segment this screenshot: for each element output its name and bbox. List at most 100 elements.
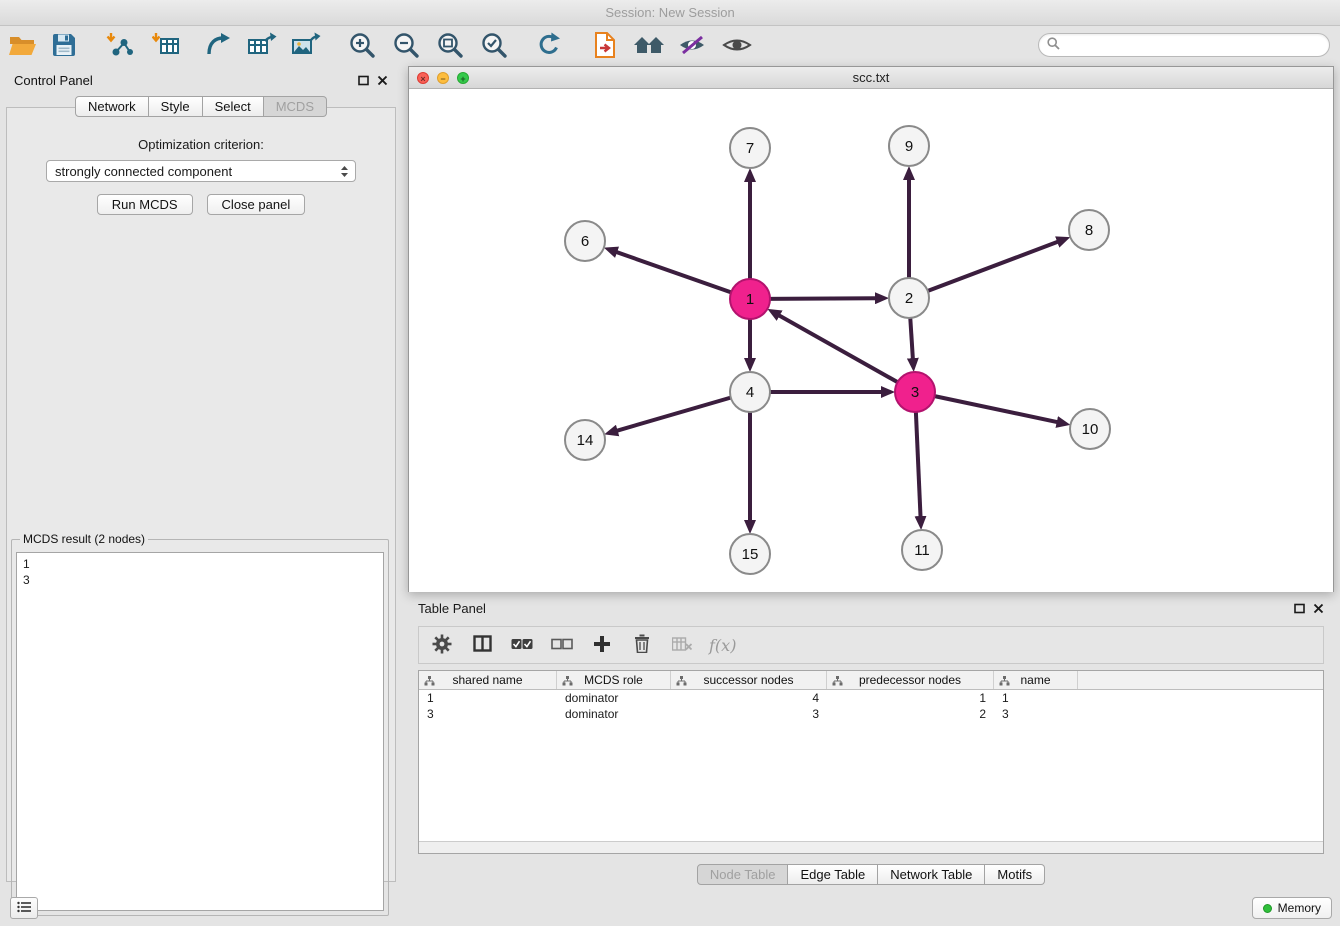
column-header-successor-nodes[interactable]: successor nodes bbox=[671, 671, 827, 689]
unselect-all-columns-button[interactable] bbox=[549, 632, 575, 658]
control-panel-header: Control Panel bbox=[6, 68, 396, 92]
window-titlebar[interactable]: Session: New Session bbox=[0, 0, 1340, 26]
graph-edge-2-3[interactable] bbox=[910, 315, 913, 359]
column-header-shared-name[interactable]: shared name bbox=[419, 671, 557, 689]
graph-node-10[interactable]: 10 bbox=[1070, 409, 1110, 449]
graph-node-3[interactable]: 3 bbox=[895, 372, 935, 412]
tab-node-table[interactable]: Node Table bbox=[697, 864, 789, 885]
export-image-button[interactable] bbox=[289, 30, 323, 64]
maximize-window-icon[interactable]: + bbox=[457, 72, 469, 84]
graph-node-8[interactable]: 8 bbox=[1069, 210, 1109, 250]
graph-edge-3-10[interactable] bbox=[932, 396, 1058, 423]
graph-edge-4-14[interactable] bbox=[617, 397, 734, 431]
column-sort-icon bbox=[676, 675, 687, 689]
close-panel-icon[interactable] bbox=[376, 74, 388, 86]
graph-node-9[interactable]: 9 bbox=[889, 126, 929, 166]
open-session-file-button[interactable] bbox=[588, 30, 622, 64]
table-panel-tabbar: Node TableEdge TableNetwork TableMotifs bbox=[408, 864, 1334, 885]
search-icon bbox=[1047, 37, 1060, 53]
control-panel-title: Control Panel bbox=[14, 73, 93, 88]
mcds-result-list[interactable]: 1 3 bbox=[16, 552, 384, 911]
delete-column-button[interactable] bbox=[629, 632, 655, 658]
save-disk-icon bbox=[51, 32, 77, 61]
node-label-8: 8 bbox=[1085, 222, 1093, 239]
import-network-icon bbox=[106, 31, 134, 62]
zoom-in-button[interactable] bbox=[345, 30, 379, 64]
export-table-icon bbox=[247, 31, 277, 62]
table-cell: 3 bbox=[994, 706, 1078, 722]
column-header-predecessor-nodes[interactable]: predecessor nodes bbox=[827, 671, 994, 689]
graph-edge-3-1[interactable] bbox=[779, 315, 900, 383]
graph-node-14[interactable]: 14 bbox=[565, 420, 605, 460]
save-session-button[interactable] bbox=[47, 30, 81, 64]
graph-node-6[interactable]: 6 bbox=[565, 221, 605, 261]
search-field[interactable] bbox=[1038, 33, 1330, 57]
graph-edge-1-6[interactable] bbox=[616, 252, 734, 293]
criterion-dropdown[interactable]: strongly connected component bbox=[46, 160, 356, 182]
tab-network[interactable]: Network bbox=[75, 96, 149, 117]
tab-edge-table[interactable]: Edge Table bbox=[788, 864, 878, 885]
network-window-titlebar[interactable]: × − + scc.txt bbox=[409, 67, 1333, 89]
table-row[interactable]: 1dominator411 bbox=[419, 690, 1323, 706]
graph-node-4[interactable]: 4 bbox=[730, 372, 770, 412]
tab-network-table[interactable]: Network Table bbox=[878, 864, 985, 885]
graph-node-2[interactable]: 2 bbox=[889, 278, 929, 318]
status-bar: Memory bbox=[0, 888, 1340, 926]
tab-motifs[interactable]: Motifs bbox=[985, 864, 1045, 885]
table-horizontal-scrollbar[interactable] bbox=[419, 841, 1323, 853]
home-network-button[interactable] bbox=[632, 30, 666, 64]
close-panel-button[interactable]: Close panel bbox=[207, 194, 306, 215]
node-label-15: 15 bbox=[742, 546, 759, 563]
style-preview-button[interactable] bbox=[675, 30, 709, 64]
export-network-button[interactable] bbox=[201, 30, 235, 64]
function-builder-button[interactable]: f(x) bbox=[709, 632, 736, 658]
open-session-button[interactable] bbox=[5, 30, 39, 64]
graph-node-7[interactable]: 7 bbox=[730, 128, 770, 168]
column-header-name[interactable]: name bbox=[994, 671, 1078, 689]
criterion-dropdown-value: strongly connected component bbox=[55, 164, 232, 179]
table-settings-button[interactable] bbox=[429, 632, 455, 658]
node-table[interactable]: shared nameMCDS rolesuccessor nodesprede… bbox=[418, 670, 1324, 854]
zoom-selected-button[interactable] bbox=[477, 30, 511, 64]
table-cell: 1 bbox=[419, 690, 557, 706]
refresh-button[interactable] bbox=[532, 30, 566, 64]
column-header-mcds-role[interactable]: MCDS role bbox=[557, 671, 671, 689]
column-header-label: name bbox=[1020, 673, 1050, 687]
graph-node-15[interactable]: 15 bbox=[730, 534, 770, 574]
export-table-button[interactable] bbox=[245, 30, 279, 64]
node-label-1: 1 bbox=[746, 291, 754, 308]
zoom-out-button[interactable] bbox=[389, 30, 423, 64]
show-graphics-details-button[interactable] bbox=[720, 30, 754, 64]
close-window-icon[interactable]: × bbox=[417, 72, 429, 84]
minimize-window-icon[interactable]: − bbox=[437, 72, 449, 84]
run-mcds-button[interactable]: Run MCDS bbox=[97, 194, 193, 215]
memory-button[interactable]: Memory bbox=[1252, 897, 1332, 919]
create-column-button[interactable] bbox=[589, 632, 615, 658]
tab-select[interactable]: Select bbox=[203, 96, 264, 117]
float-panel-icon[interactable] bbox=[357, 74, 369, 86]
import-network-button[interactable] bbox=[103, 30, 137, 64]
combo-arrows-icon bbox=[340, 165, 349, 178]
delete-table-button[interactable] bbox=[669, 632, 695, 658]
tab-mcds[interactable]: MCDS bbox=[264, 96, 327, 117]
show-column-button[interactable] bbox=[469, 632, 495, 658]
table-row[interactable]: 3dominator323 bbox=[419, 706, 1323, 722]
select-all-columns-button[interactable] bbox=[509, 632, 535, 658]
graph-node-11[interactable]: 11 bbox=[902, 530, 942, 570]
graph-edge-1-2[interactable] bbox=[767, 298, 876, 299]
show-panels-button[interactable] bbox=[10, 897, 38, 919]
network-canvas[interactable]: 7 9 6 8 1 2 4 3 14 10 15 11 bbox=[409, 90, 1333, 592]
eye-icon bbox=[722, 34, 752, 59]
search-input[interactable] bbox=[1065, 38, 1321, 52]
zoom-in-icon bbox=[348, 31, 376, 62]
control-panel-tabbar: NetworkStyleSelectMCDS bbox=[6, 96, 396, 117]
graph-edge-3-11[interactable] bbox=[916, 409, 921, 517]
graph-edge-2-8[interactable] bbox=[925, 242, 1058, 292]
graph-node-1[interactable]: 1 bbox=[730, 279, 770, 319]
tab-style[interactable]: Style bbox=[149, 96, 203, 117]
float-table-panel-icon[interactable] bbox=[1293, 602, 1305, 614]
table-panel: Table Panel bbox=[408, 596, 1334, 888]
close-table-panel-icon[interactable] bbox=[1312, 602, 1324, 614]
zoom-fit-button[interactable] bbox=[433, 30, 467, 64]
import-table-button[interactable] bbox=[149, 30, 183, 64]
